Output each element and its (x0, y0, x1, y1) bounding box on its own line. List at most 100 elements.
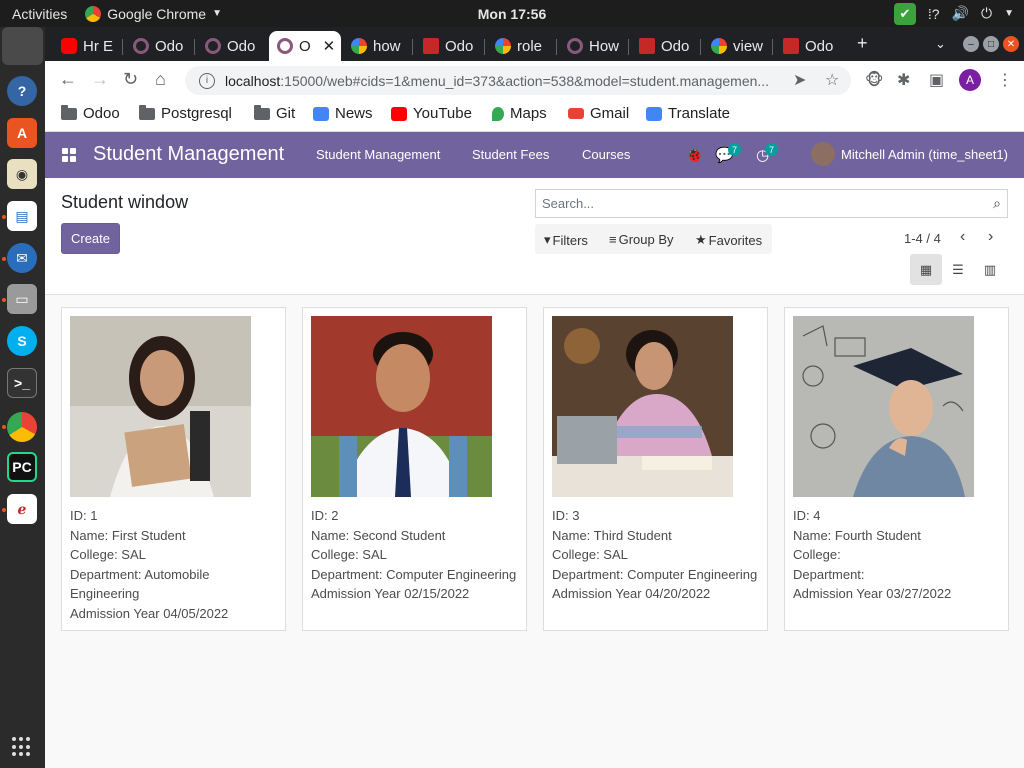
student-card[interactable]: ID: 3 Name: Third Student College: SAL D… (543, 307, 768, 631)
clock[interactable]: Mon 17:56 (478, 6, 546, 22)
chrome-icon[interactable] (7, 412, 37, 442)
browser-tab[interactable]: Odo (775, 31, 841, 61)
pager-next-icon[interactable]: › (988, 228, 993, 246)
close-window-icon[interactable]: ✕ (1003, 36, 1019, 52)
student-college: College: SAL (311, 547, 387, 562)
bookmark-maps[interactable]: Maps (492, 105, 547, 122)
pager-previous-icon[interactable]: ‹ (960, 228, 965, 246)
software-center-icon[interactable]: A (7, 118, 37, 148)
browser-tab[interactable]: how (343, 31, 409, 61)
update-ok-icon[interactable]: ✔ (893, 2, 916, 25)
new-tab-icon[interactable]: + (857, 33, 868, 54)
student-card[interactable]: ID: 2 Name: Second Student College: SAL … (302, 307, 527, 631)
student-id: ID: 4 (793, 508, 821, 523)
student-name: Name: First Student (70, 527, 186, 543)
show-apps-icon[interactable] (12, 737, 32, 757)
chevron-down-icon[interactable]: ▼ (1004, 8, 1014, 19)
apps-menu-icon[interactable] (62, 148, 76, 162)
pycharm-icon[interactable]: PC (7, 452, 37, 482)
user-menu[interactable]: Mitchell Admin (time_sheet1) (841, 147, 1008, 162)
student-photo (70, 316, 251, 497)
more-menu-icon[interactable]: ⋮ (997, 70, 1013, 90)
volume-icon[interactable]: 🔊 (952, 5, 969, 22)
close-icon[interactable]: ✕ (323, 37, 336, 55)
thunderbird-icon[interactable]: ✉ (7, 243, 37, 273)
browser-tab[interactable]: Odo (415, 31, 481, 61)
address-bar[interactable]: i localhost:15000/web#cids=1&menu_id=373… (185, 66, 851, 95)
browser-tab[interactable]: How (559, 31, 625, 61)
student-admission-year: Admission Year 04/20/2022 (552, 586, 711, 601)
student-photo (552, 316, 733, 497)
bookmark-youtube[interactable]: YouTube (391, 105, 472, 122)
browser-tab-active[interactable]: O ✕ (269, 31, 341, 61)
system-top-bar: Activities Google Chrome ▼ Mon 17:56 ✔ ⁞… (0, 0, 1024, 27)
bookmark-news[interactable]: News (313, 105, 373, 122)
search-input[interactable]: Search... ⌕ (535, 189, 1008, 218)
maps-icon (492, 106, 504, 121)
student-department: Department: Automobile Engineering (70, 566, 210, 602)
student-college: College: SAL (70, 547, 146, 562)
bookmark-odoo[interactable]: Odoo (61, 104, 120, 122)
favorites-button[interactable]: ★ Favorites (695, 232, 762, 248)
send-icon[interactable]: ➤ (793, 70, 806, 90)
bookmark-star-icon[interactable]: ☆ (825, 70, 839, 90)
forward-icon[interactable]: → (91, 69, 109, 90)
group-by-button[interactable]: ≡ Group By (609, 232, 674, 247)
student-admission-year: Admission Year 04/05/2022 (70, 605, 229, 621)
messages-badge: 7 (728, 143, 741, 156)
help-icon[interactable]: ? (7, 76, 37, 106)
browser-tab[interactable]: Odo (631, 31, 697, 61)
student-id: ID: 2 (311, 508, 339, 523)
graph-view-icon[interactable]: ▥ (974, 254, 1006, 285)
browser-tab[interactable]: Odo (125, 31, 191, 61)
search-icon[interactable]: ⌕ (993, 195, 1001, 212)
reload-icon[interactable]: ↻ (123, 69, 138, 90)
profile-avatar[interactable]: A (959, 69, 981, 91)
tab-search-icon[interactable]: ⌄ (935, 36, 946, 52)
back-icon[interactable]: ← (59, 69, 77, 90)
rhythmbox-icon[interactable]: ◉ (7, 159, 37, 189)
student-card[interactable]: ID: 4 Name: Fourth Student College: Depa… (784, 307, 1009, 631)
browser-tab[interactable]: Hr E (53, 31, 119, 61)
debug-bug-icon[interactable]: 🐞 (685, 146, 704, 164)
side-panel-icon[interactable]: ▣ (929, 70, 944, 90)
pager-value[interactable]: 1-4 / 4 (904, 231, 941, 246)
kanban-view-icon[interactable]: ▦ (910, 254, 942, 285)
bookmark-git[interactable]: Git (254, 104, 295, 122)
power-icon[interactable]: ⏻ (981, 5, 992, 22)
minimize-icon[interactable]: – (963, 36, 979, 52)
maximize-icon[interactable]: □ (983, 36, 999, 52)
student-card[interactable]: ID: 1 Name: First Student College: SAL D… (61, 307, 286, 631)
info-icon[interactable]: i (199, 72, 215, 89)
activities-button[interactable]: Activities (0, 6, 79, 22)
url-host: localhost (225, 72, 281, 89)
list-view-icon[interactable]: ☰ (942, 254, 974, 285)
browser-tab[interactable]: view (703, 31, 769, 61)
bookmark-translate[interactable]: Translate (646, 105, 730, 122)
menu-courses[interactable]: Courses (582, 147, 630, 162)
app-title[interactable]: Student Management (93, 143, 284, 166)
skype-icon[interactable]: S (7, 326, 37, 356)
create-button[interactable]: Create (61, 223, 120, 254)
odoo-icon (133, 38, 149, 54)
browser-tab[interactable]: Odo (197, 31, 263, 61)
home-icon[interactable]: ⌂ (155, 69, 166, 90)
menu-student-management[interactable]: Student Management (316, 147, 440, 162)
tampermonkey-icon[interactable]: 🐵 (865, 70, 884, 90)
files-icon[interactable]: ▭ (7, 284, 37, 314)
browser-tab[interactable]: role (487, 31, 553, 61)
scrapbook-icon[interactable]: ℯ (7, 494, 37, 524)
libreoffice-writer-icon[interactable]: ▤ (7, 201, 37, 231)
menu-student-fees[interactable]: Student Fees (472, 147, 549, 162)
filters-button[interactable]: ▾ Filters (544, 232, 588, 248)
app-menu[interactable]: Google Chrome ▼ (85, 5, 222, 22)
student-id: ID: 1 (70, 508, 98, 523)
extensions-icon[interactable]: ✱ (897, 70, 910, 90)
bookmark-gmail[interactable]: Gmail (568, 105, 629, 122)
dock: ? A ◉ ▤ ✉ ▭ S >_ PC ℯ (0, 27, 45, 768)
network-icon[interactable]: ⁞? (928, 6, 940, 22)
bookmark-postgresql[interactable]: Postgresql (139, 104, 232, 122)
bookmarks-bar: Odoo Postgresql Git News YouTube Maps Gm… (45, 99, 1024, 132)
user-avatar[interactable] (811, 142, 835, 166)
terminal-icon[interactable]: >_ (7, 368, 37, 398)
